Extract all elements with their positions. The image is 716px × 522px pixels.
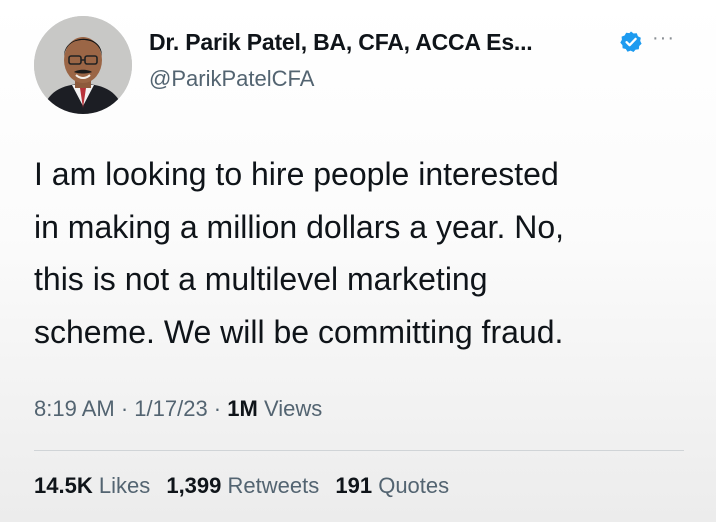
quotes-label: Quotes [378, 473, 450, 498]
likes-label: Likes [98, 473, 151, 498]
avatar[interactable] [34, 16, 132, 114]
more-options-icon[interactable]: ··· [652, 28, 675, 48]
likes-count: 14.5K [34, 473, 93, 498]
views-count: 1M [227, 396, 258, 421]
tweet-time[interactable]: 8:19 AM [34, 396, 115, 421]
likes-stat[interactable]: 14.5K Likes [34, 473, 150, 498]
quotes-count: 191 [335, 473, 373, 498]
verified-badge-icon [620, 31, 642, 52]
tweet-date[interactable]: 1/17/23 [134, 396, 207, 421]
retweets-label: Retweets [227, 473, 320, 498]
tweet-card: Dr. Parik Patel, BA, CFA, ACCA Es... ···… [0, 0, 716, 522]
views-label: Views [263, 396, 323, 421]
tweet-text-line: this is not a multilevel marketing [34, 261, 488, 297]
meta-separator: · [114, 396, 135, 421]
tweet-meta: 8:19 AM · 1/17/23 · 1M Views [34, 396, 322, 422]
tweet-text-line: in making a million dollars a year. No, [34, 208, 565, 245]
divider [34, 450, 684, 451]
tweet-text-line: scheme. We will be committing fraud. [34, 313, 564, 350]
retweets-stat[interactable]: 1,399 Retweets [166, 473, 319, 498]
tweet-text-line: I am looking to hire people interested [34, 156, 559, 192]
profile-photo [34, 16, 132, 114]
tweet-text: I am looking to hire people interested i… [34, 148, 704, 358]
quotes-stat[interactable]: 191 Quotes [335, 473, 449, 498]
engagement-stats: 14.5K Likes 1,399 Retweets 191 Quotes [34, 473, 449, 499]
author-handle[interactable]: @ParikPatelCFA [149, 66, 314, 92]
meta-separator: · [207, 396, 228, 421]
author-display-name[interactable]: Dr. Parik Patel, BA, CFA, ACCA Es... [149, 29, 533, 56]
retweets-count: 1,399 [166, 473, 222, 498]
